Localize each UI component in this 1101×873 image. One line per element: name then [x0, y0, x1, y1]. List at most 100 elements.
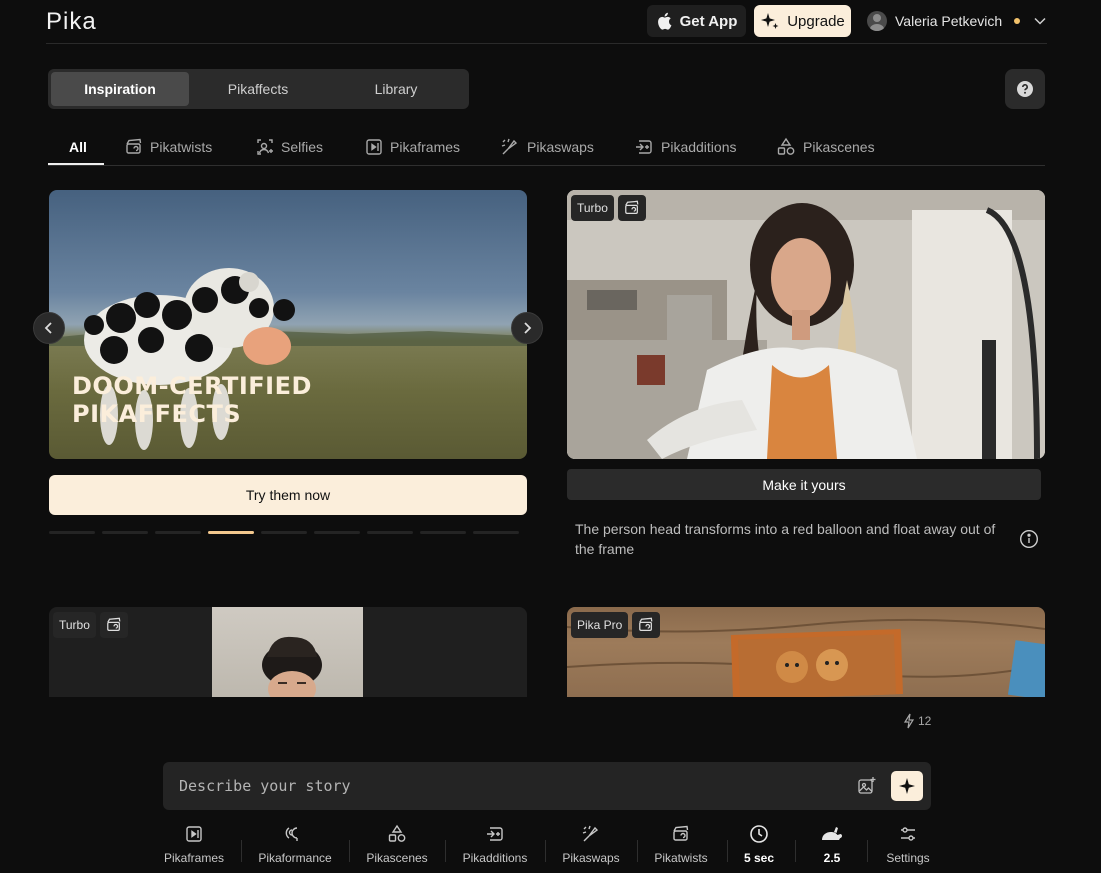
- tool-pikascenes[interactable]: Pikascenes: [364, 823, 430, 869]
- hero-title: DOOM-CERTIFIED PIKAFFECTS: [72, 372, 312, 428]
- story-prompt-input[interactable]: [179, 774, 819, 798]
- carousel-dot[interactable]: [473, 531, 519, 534]
- video-description: The person head transforms into a red ba…: [575, 521, 996, 557]
- tab-inspiration[interactable]: Inspiration: [51, 72, 189, 106]
- carousel-dot[interactable]: [49, 531, 95, 534]
- tool-label: Pikaformance: [258, 851, 332, 865]
- tool-label: Pikascenes: [366, 851, 428, 865]
- user-name: Valeria Petkevich: [895, 13, 1003, 29]
- carousel-dot[interactable]: [155, 531, 201, 534]
- category-label: Pikatwists: [150, 139, 213, 155]
- upgrade-button[interactable]: Upgrade: [754, 5, 851, 37]
- model-version-selector[interactable]: 2.5: [813, 823, 851, 869]
- carousel-dot[interactable]: [102, 531, 148, 534]
- lightning-icon: [903, 713, 915, 729]
- category-label: Pikascenes: [803, 139, 875, 155]
- clapper-twist-icon: [106, 617, 122, 633]
- help-button[interactable]: [1005, 69, 1045, 109]
- tool-label: 2.5: [823, 851, 841, 865]
- tool-pikaframes[interactable]: Pikaframes: [163, 823, 225, 869]
- sparkle-icon: [898, 777, 916, 795]
- credits-indicator: 12: [903, 713, 931, 729]
- try-them-now-button[interactable]: Try them now: [49, 475, 527, 515]
- tab-library[interactable]: Library: [327, 72, 465, 106]
- sliders-icon: [899, 823, 917, 845]
- category-pikadditions[interactable]: Pikadditions: [634, 136, 737, 158]
- category-selfies[interactable]: Selfies: [256, 136, 323, 158]
- tool-pikadditions[interactable]: Pikadditions: [459, 823, 531, 869]
- carousel-dot[interactable]: [208, 531, 254, 534]
- chevron-left-icon: [44, 321, 54, 335]
- credits-count: 12: [918, 714, 932, 728]
- status-dot: [1014, 18, 1021, 24]
- tool-label: Pikadditions: [462, 851, 528, 865]
- carousel-prev-button[interactable]: [33, 312, 65, 344]
- frames-icon: [185, 823, 203, 845]
- tool-label: 5 sec: [743, 851, 775, 865]
- chevron-right-icon: [522, 321, 532, 335]
- frames-icon: [365, 138, 383, 156]
- pikatwist-badge: [632, 612, 660, 638]
- clapper-twist-icon: [624, 200, 640, 216]
- question-icon: [1016, 80, 1034, 98]
- carousel-dot[interactable]: [367, 531, 413, 534]
- hero-title-line: DOOM-CERTIFIED: [72, 372, 312, 400]
- apple-icon: [656, 12, 672, 30]
- carousel-indicators: [49, 531, 527, 535]
- prompt-bar: [163, 762, 931, 810]
- bottom-toolbar: Pikaframes Pikaformance Pikascenes Pikad…: [155, 823, 945, 869]
- pikatwist-badge: [618, 195, 646, 221]
- category-pikatwists[interactable]: Pikatwists: [125, 136, 212, 158]
- toolbar-divider: [349, 840, 350, 862]
- model-badge: Turbo: [53, 612, 96, 638]
- tool-label: Pikatwists: [654, 851, 708, 865]
- category-pikaframes[interactable]: Pikaframes: [365, 136, 460, 158]
- hero-title-line: PIKAFFECTS: [72, 400, 242, 428]
- toolbar-divider: [445, 840, 446, 862]
- swap-brush-icon: [500, 137, 520, 157]
- info-icon[interactable]: [1019, 529, 1039, 549]
- make-it-yours-button[interactable]: Make it yours: [567, 469, 1041, 500]
- category-label: Pikaswaps: [527, 139, 594, 155]
- chevron-down-icon: [1034, 17, 1046, 25]
- carousel-dot[interactable]: [420, 531, 466, 534]
- category-label: Pikaframes: [390, 139, 461, 155]
- tool-pikaformance[interactable]: Pikaformance: [257, 823, 333, 869]
- toolbar-divider: [867, 840, 868, 862]
- video-thumbnail: [212, 607, 363, 697]
- carousel-dot[interactable]: [314, 531, 360, 534]
- swap-brush-icon: [581, 823, 601, 845]
- user-menu[interactable]: Valeria Petkevich: [867, 10, 1046, 32]
- carousel-next-button[interactable]: [511, 312, 543, 344]
- add-image-icon[interactable]: [857, 776, 877, 796]
- video-card-3[interactable]: Turbo: [49, 607, 527, 697]
- selfie-icon: [256, 138, 274, 156]
- voice-icon: [285, 823, 305, 845]
- category-pikaswaps[interactable]: Pikaswaps: [500, 136, 594, 158]
- clapper-twist-icon: [672, 823, 690, 845]
- tool-pikaswaps[interactable]: Pikaswaps: [559, 823, 623, 869]
- tool-label: Pikaframes: [163, 851, 225, 865]
- clapper-twist-icon: [125, 138, 143, 156]
- active-underline: [48, 163, 104, 165]
- featured-video[interactable]: Turbo: [567, 190, 1045, 459]
- category-pikascenes[interactable]: Pikascenes: [776, 136, 875, 158]
- get-app-button[interactable]: Get App: [647, 5, 746, 37]
- selfie-video-thumbnail: [567, 190, 1045, 459]
- generate-button[interactable]: [891, 771, 923, 801]
- model-badge: Pika Pro: [571, 612, 629, 638]
- duration-selector[interactable]: 5 sec: [738, 823, 780, 869]
- pikatwist-badge: [100, 612, 128, 638]
- carousel-dot[interactable]: [261, 531, 307, 534]
- tool-label: Pikaswaps: [562, 851, 620, 865]
- upgrade-label: Upgrade: [787, 12, 845, 30]
- settings-button[interactable]: Settings: [881, 823, 935, 869]
- hero-carousel-slide[interactable]: DOOM-CERTIFIED PIKAFFECTS: [49, 190, 527, 459]
- tab-pikaffects[interactable]: Pikaffects: [189, 72, 327, 106]
- category-all[interactable]: All: [69, 136, 87, 158]
- video-card-4[interactable]: Pika Pro: [567, 607, 1045, 697]
- addition-icon: [634, 138, 654, 156]
- category-tabs: All Pikatwists Selfies Pikaframes Pikasw…: [48, 128, 1045, 166]
- tool-pikatwists[interactable]: Pikatwists: [649, 823, 713, 869]
- pika-logo[interactable]: Pika: [46, 8, 97, 36]
